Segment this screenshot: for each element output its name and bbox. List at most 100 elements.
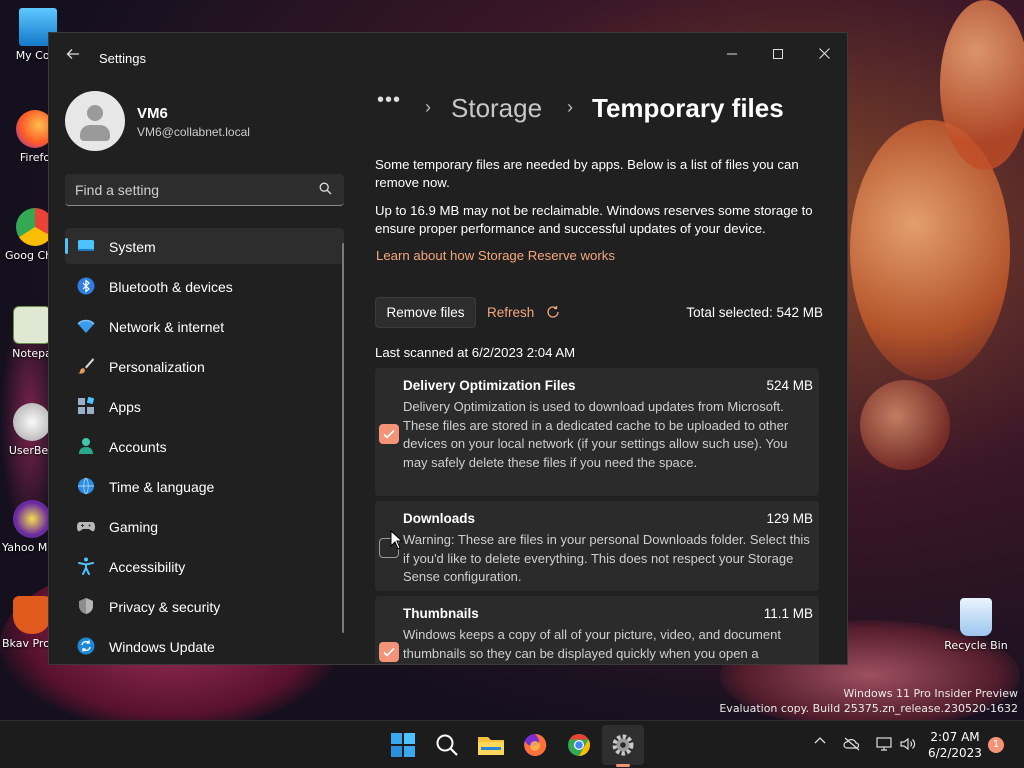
refresh-button[interactable]: Refresh [487, 297, 560, 328]
nav-label: Gaming [109, 519, 159, 535]
taskbar-search-button[interactable] [431, 729, 463, 761]
reserve-text: Up to 16.9 MB may not be reclaimable. Wi… [375, 203, 813, 236]
volume-icon[interactable] [899, 735, 917, 753]
refresh-label: Refresh [487, 305, 535, 320]
storage-reserve-link[interactable]: Learn about how Storage Reserve works [376, 248, 615, 263]
content-pane: ••• › Storage › Temporary files Some tem… [375, 33, 847, 664]
search-icon [436, 734, 458, 756]
settings-nav: System Bluetooth & devices Network & int… [65, 228, 344, 664]
nav-label: Personalization [109, 359, 205, 375]
gamepad-icon [77, 522, 95, 532]
watermark: Windows 11 Pro Insider Preview Evaluatio… [719, 686, 1018, 716]
nav-label: Apps [109, 399, 141, 415]
accounts-icon [79, 438, 93, 454]
clock-date: 6/2/2023 [928, 746, 982, 760]
nav-item-accessibility[interactable]: Accessibility [65, 548, 344, 584]
chevron-right-icon: › [425, 97, 431, 117]
bkav-icon [13, 596, 51, 634]
ethernet-icon[interactable] [875, 735, 893, 753]
back-arrow-icon [66, 49, 79, 59]
settings-window: Settings VM6 VM6@collabnet.local System … [48, 32, 848, 665]
start-button[interactable] [387, 729, 419, 761]
cloud-offline-icon [843, 737, 860, 751]
nav-item-accounts[interactable]: Accounts [65, 428, 344, 464]
windows-logo-icon [391, 733, 415, 757]
nav-item-windows-update[interactable]: Windows Update [65, 628, 344, 664]
selection-indicator [65, 238, 68, 254]
settings-taskbar-button[interactable] [607, 729, 639, 761]
chrome-button[interactable] [563, 729, 595, 761]
item-description: Warning: These are files in your persona… [403, 532, 810, 584]
watermark-line: Windows 11 Pro Insider Preview [843, 687, 1018, 700]
nav-item-network[interactable]: Network & internet [65, 308, 344, 344]
nav-item-personalization[interactable]: Personalization [65, 348, 344, 384]
taskbar: 2:07 AM 6/2/2023 1 [0, 720, 1024, 768]
nav-label: Privacy & security [109, 599, 221, 615]
breadcrumb-storage-link[interactable]: Storage [451, 93, 542, 124]
search-icon[interactable] [319, 182, 332, 195]
network-status-icon[interactable] [843, 735, 861, 753]
user-name: VM6 [137, 105, 168, 122]
nav-scrollbar[interactable] [342, 243, 344, 633]
list-item: Downloads 129 MB Warning: These are file… [375, 501, 819, 591]
checkmark-icon [383, 647, 395, 657]
nav-item-gaming[interactable]: Gaming [65, 508, 344, 544]
page-title: Temporary files [592, 93, 784, 123]
file-explorer-button[interactable] [475, 729, 507, 761]
wifi-icon [77, 319, 95, 333]
chrome-icon [568, 734, 590, 756]
apps-icon [78, 397, 95, 414]
item-size: 11.1 MB [763, 606, 813, 621]
checkbox-thumbnails[interactable] [379, 642, 399, 662]
nav-label: Network & internet [109, 319, 225, 335]
system-icon [78, 240, 94, 251]
accessibility-icon [78, 557, 94, 575]
monitor-network-icon [876, 737, 892, 751]
notification-badge[interactable]: 1 [988, 737, 1004, 753]
nav-label: Accounts [109, 439, 167, 455]
search-box[interactable] [65, 174, 344, 206]
item-description: Delivery Optimization is used to downloa… [403, 399, 789, 470]
nav-label: System [109, 239, 156, 255]
nav-item-bluetooth[interactable]: Bluetooth & devices [65, 268, 344, 304]
mouse-cursor-icon [390, 530, 404, 550]
remove-files-button[interactable]: Remove files [375, 297, 476, 328]
bluetooth-icon [77, 277, 95, 295]
item-size: 129 MB [766, 511, 813, 526]
wallpaper-shape [940, 0, 1024, 170]
globe-clock-icon [78, 477, 94, 495]
firefox-button[interactable] [519, 729, 551, 761]
nav-label: Bluetooth & devices [109, 279, 233, 295]
item-title: Delivery Optimization Files [403, 378, 576, 393]
checkmark-icon [383, 429, 395, 439]
item-size: 524 MB [766, 378, 813, 393]
checkbox-delivery-optimization[interactable] [379, 424, 399, 444]
nav-item-time-language[interactable]: Time & language [65, 468, 344, 504]
clock-time: 2:07 AM [930, 730, 980, 744]
last-scanned: Last scanned at 6/2/2023 2:04 AM [375, 345, 576, 360]
nav-item-apps[interactable]: Apps [65, 388, 344, 424]
chevron-up-icon [814, 737, 826, 744]
folder-icon [478, 737, 504, 755]
active-app-indicator [616, 764, 630, 767]
item-title: Thumbnails [403, 606, 479, 621]
userbench-icon [13, 403, 51, 441]
avatar [65, 91, 125, 151]
nav-label: Time & language [109, 479, 215, 495]
nav-item-system[interactable]: System [65, 228, 344, 264]
back-button[interactable] [63, 47, 83, 67]
user-email: VM6@collabnet.local [137, 125, 250, 139]
update-icon [77, 637, 95, 655]
nav-item-privacy-security[interactable]: Privacy & security [65, 588, 344, 624]
clock[interactable]: 2:07 AM 6/2/2023 [920, 729, 990, 761]
breadcrumb-overflow-button[interactable]: ••• [377, 89, 401, 112]
recycle-bin-icon [960, 598, 992, 636]
gear-icon [612, 734, 634, 756]
desktop-icon-recycle-bin[interactable]: Recycle Bin [944, 598, 1008, 652]
search-input[interactable] [75, 181, 315, 199]
notepad-icon [13, 306, 51, 344]
refresh-icon [547, 306, 559, 318]
shield-icon [79, 598, 93, 614]
list-item: Delivery Optimization Files 524 MB Deliv… [375, 368, 819, 496]
show-hidden-icons-button[interactable] [811, 735, 829, 753]
